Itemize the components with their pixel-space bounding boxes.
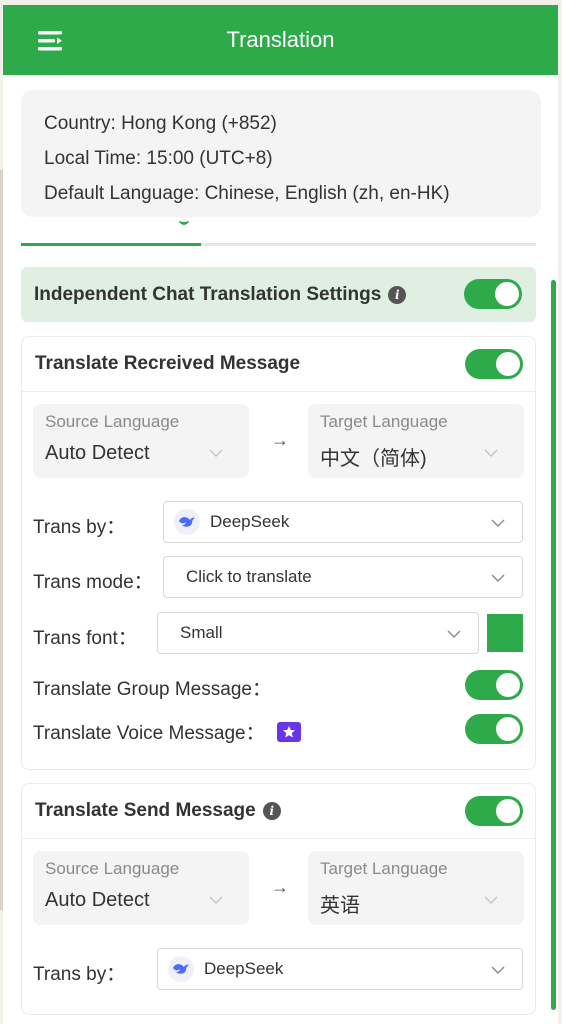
voice-message-toggle[interactable] [465, 714, 523, 744]
translate-received-card: Translate Recreived Message Source Langu… [21, 336, 536, 770]
scrollbar[interactable] [551, 280, 556, 1010]
independent-settings-label: Independent Chat Translation Settings [34, 283, 382, 305]
chevron-down-icon [447, 630, 461, 638]
deepseek-whale-icon [174, 509, 200, 535]
deepseek-whale-icon [168, 956, 194, 982]
arrow-right-icon: → [271, 430, 289, 450]
tab-indicator-icon [179, 220, 189, 225]
translate-send-card: Translate Send Message i Source Language… [21, 783, 536, 1015]
received-toggle[interactable] [465, 349, 523, 379]
settings-panel: Country: Hong Kong (+852) Local Time: 15… [3, 75, 558, 1024]
group-message-label: Translate Group Message： [33, 679, 271, 700]
trans-by-value: DeepSeek [204, 959, 284, 978]
local-time-text: Local Time: 15:00 (UTC+8) [44, 148, 273, 169]
trans-by-label: Trans by： [33, 517, 126, 538]
page-title: Translation [226, 27, 335, 52]
trans-by-label: Trans by： [33, 964, 126, 985]
trans-mode-label: Trans mode： [33, 572, 153, 593]
send-trans-by-select[interactable]: DeepSeek [157, 948, 523, 990]
voice-message-row: Translate Voice Message： [33, 718, 301, 745]
trans-font-select[interactable]: Small [157, 612, 479, 654]
independent-settings-row: Independent Chat Translation Settings i [21, 267, 536, 322]
chevron-down-icon [491, 574, 505, 582]
premium-star-icon [276, 721, 301, 742]
source-language-label: Source Language [45, 412, 180, 431]
info-icon[interactable]: i [262, 802, 281, 820]
send-card-header: Translate Send Message i [22, 784, 535, 839]
chevron-down-icon [484, 449, 498, 457]
received-title: Translate Recreived Message [35, 353, 301, 374]
group-message-toggle[interactable] [465, 670, 523, 700]
received-source-language-select[interactable]: Source Language Auto Detect [33, 404, 249, 478]
tab-bar[interactable] [21, 218, 536, 246]
received-card-header: Translate Recreived Message [22, 337, 535, 392]
arrow-right-icon: → [271, 877, 289, 897]
source-language-label: Source Language [45, 859, 180, 878]
received-target-language-select[interactable]: Target Language 中文（简体) [308, 404, 524, 478]
trans-by-select[interactable]: DeepSeek [163, 501, 523, 543]
voice-message-label: Translate Voice Message： [33, 723, 265, 744]
send-source-language-select[interactable]: Source Language Auto Detect [33, 851, 249, 925]
target-language-label: Target Language [320, 859, 448, 878]
trans-mode-select[interactable]: Click to translate [163, 556, 523, 598]
send-toggle[interactable] [465, 796, 523, 826]
default-language-text: Default Language: Chinese, English (zh, … [44, 183, 450, 204]
trans-mode-value: Click to translate [186, 567, 312, 586]
chevron-down-icon [209, 896, 223, 904]
send-target-language-select[interactable]: Target Language 英语 [308, 851, 524, 925]
independent-settings-toggle[interactable] [464, 279, 522, 309]
chevron-down-icon [484, 896, 498, 904]
send-title: Translate Send Message [35, 800, 256, 821]
menu-icon[interactable] [36, 28, 66, 54]
chevron-down-icon [491, 519, 505, 527]
chevron-down-icon [491, 966, 505, 974]
trans-font-label: Trans font： [33, 628, 137, 649]
country-info-card: Country: Hong Kong (+852) Local Time: 15… [21, 90, 541, 217]
target-language-label: Target Language [320, 412, 448, 431]
info-icon[interactable]: i [388, 285, 407, 304]
chevron-down-icon [209, 449, 223, 457]
app-header: Translation [3, 5, 558, 75]
trans-font-value: Small [180, 623, 223, 642]
trans-by-value: DeepSeek [210, 512, 290, 531]
font-color-picker[interactable] [487, 614, 523, 652]
country-text: Country: Hong Kong (+852) [44, 113, 277, 134]
tab-active-underline [21, 243, 201, 246]
